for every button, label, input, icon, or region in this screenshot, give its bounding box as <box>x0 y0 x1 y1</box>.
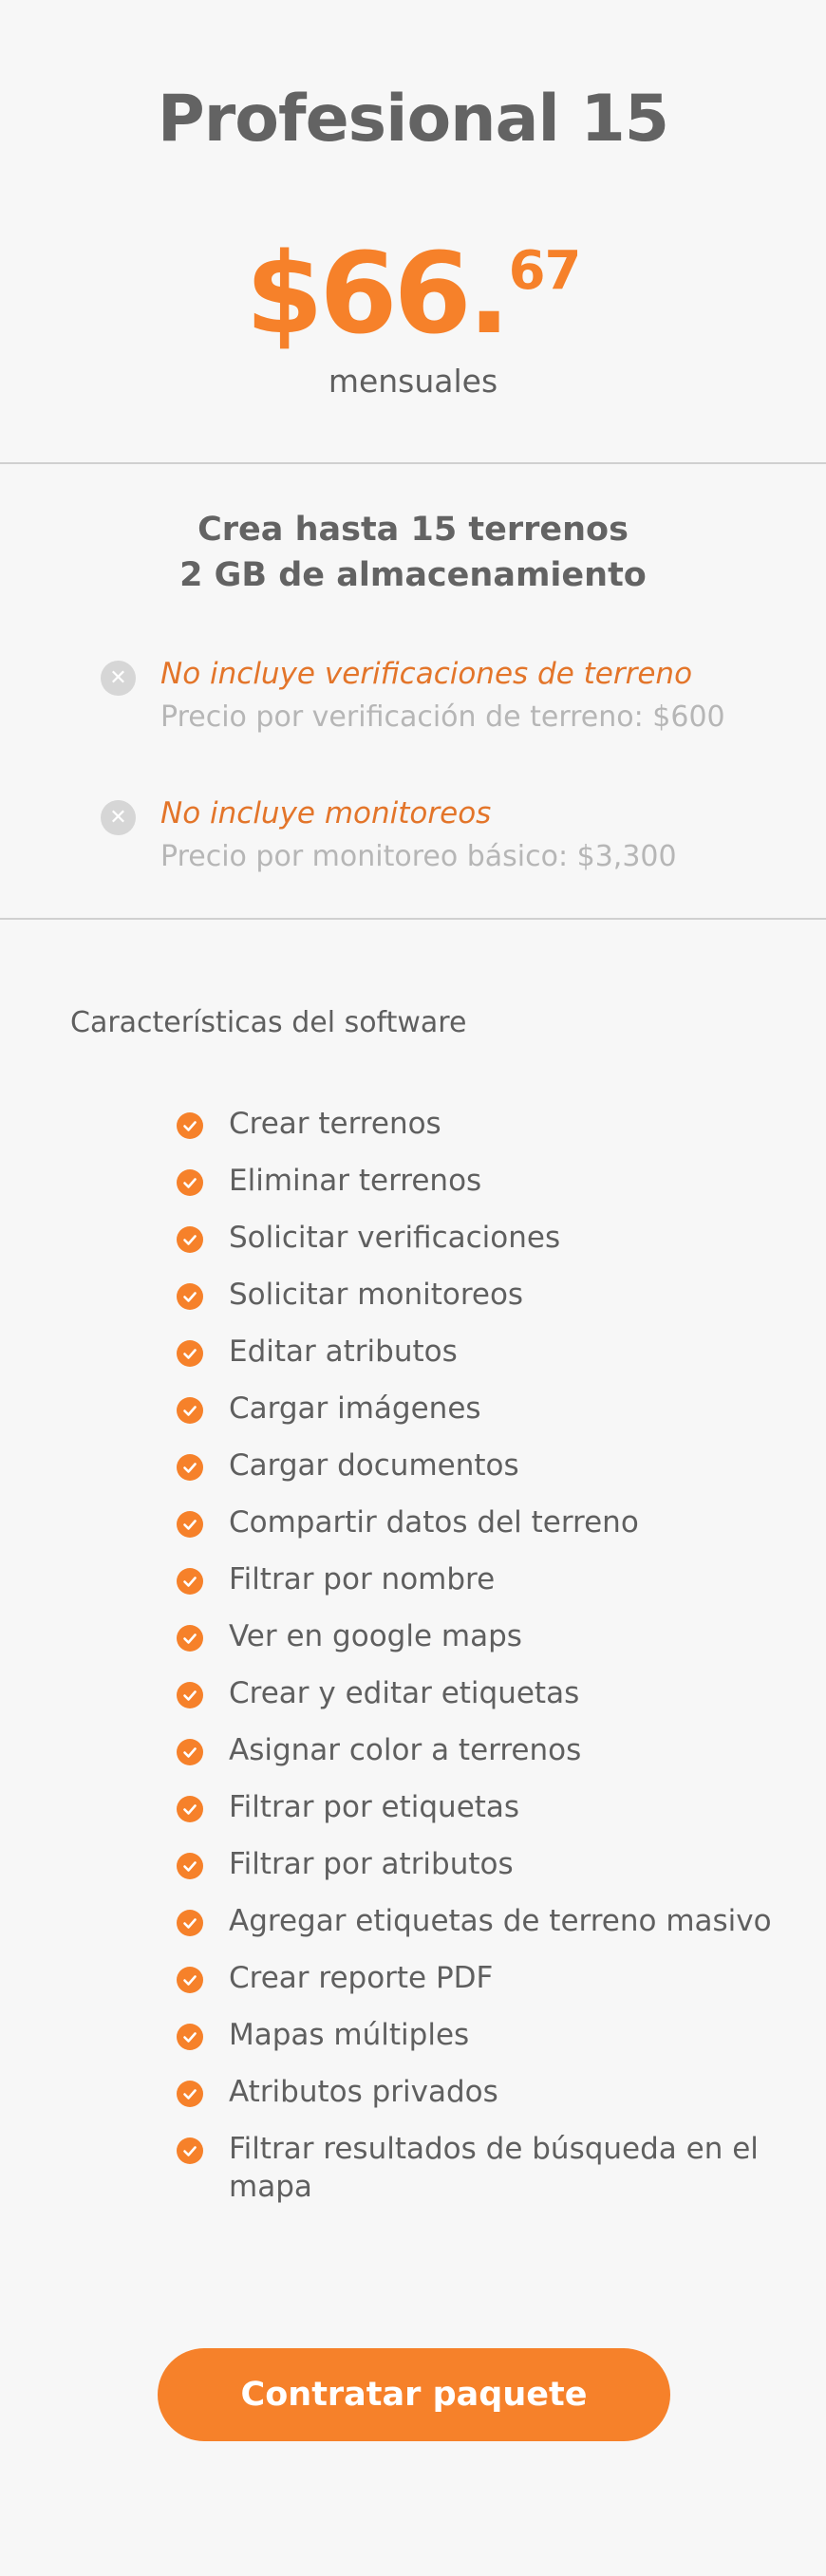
feature-label: Filtrar resultados de búsqueda en el map… <box>229 2132 759 2204</box>
contratar-paquete-button[interactable]: Contratar paquete <box>158 2348 670 2441</box>
feature-list: Crear terrenos Eliminar terrenos Solicitar… <box>177 1105 784 2225</box>
check-circle-icon <box>177 1910 203 1936</box>
check-circle-icon <box>177 1568 203 1595</box>
feature-label: Filtrar por atributos <box>229 1847 514 1881</box>
feature-item: Mapas múltiples <box>177 2016 784 2054</box>
feature-label: Eliminar terrenos <box>229 1164 482 1198</box>
check-circle-icon <box>177 1967 203 1993</box>
feature-label: Crear terrenos <box>229 1107 441 1141</box>
feature-item: Ver en google maps <box>177 1617 784 1655</box>
check-circle-icon <box>177 1169 203 1196</box>
feature-item: Cargar imágenes <box>177 1390 784 1428</box>
check-circle-icon <box>177 2137 203 2164</box>
check-circle-icon <box>177 1226 203 1253</box>
feature-item: Atributos privados <box>177 2073 784 2111</box>
check-circle-icon <box>177 2024 203 2050</box>
feature-item: Crear terrenos <box>177 1105 784 1143</box>
summary-terrenos: Crea hasta 15 terrenos <box>197 511 629 549</box>
feature-label: Ver en google maps <box>229 1619 522 1653</box>
feature-label: Editar atributos <box>229 1335 458 1369</box>
feature-label: Atributos privados <box>229 2075 498 2109</box>
check-circle-icon <box>177 1112 203 1139</box>
check-circle-icon <box>177 1682 203 1708</box>
check-circle-icon <box>177 1397 203 1424</box>
feature-item: Agregar etiquetas de terreno masivo <box>177 1902 784 1940</box>
feature-item: Asignar color a terrenos <box>177 1731 784 1769</box>
exclusion-detail: Precio por monitoreo básico: $3,300 <box>160 840 677 873</box>
check-circle-icon <box>177 1454 203 1481</box>
check-circle-icon <box>177 1340 203 1367</box>
feature-item: Eliminar terrenos <box>177 1162 784 1200</box>
check-circle-icon <box>177 1625 203 1652</box>
check-circle-icon <box>177 1739 203 1765</box>
summary-storage: 2 GB de almacenamiento <box>179 556 647 594</box>
divider <box>0 918 826 920</box>
feature-label: Filtrar por etiquetas <box>229 1790 520 1824</box>
feature-label: Filtrar por nombre <box>229 1562 496 1596</box>
feature-label: Cargar documentos <box>229 1448 519 1483</box>
feature-item: Filtrar resultados de búsqueda en el map… <box>177 2130 784 2206</box>
x-circle-icon: ✕ <box>101 661 136 696</box>
check-circle-icon <box>177 1283 203 1310</box>
feature-label: Solicitar verificaciones <box>229 1221 561 1255</box>
exclusion-detail: Precio por verificación de terreno: $600 <box>160 700 725 734</box>
plan-title: Profesional 15 <box>157 82 669 157</box>
feature-item: Solicitar monitoreos <box>177 1276 784 1314</box>
feature-item: Cargar documentos <box>177 1447 784 1484</box>
feature-item: Editar atributos <box>177 1333 784 1371</box>
feature-item: Crear reporte PDF <box>177 1959 784 1997</box>
feature-label: Solicitar monitoreos <box>229 1278 524 1312</box>
feature-label: Agregar etiquetas de terreno masivo <box>229 1904 772 1938</box>
check-circle-icon <box>177 1796 203 1822</box>
exclusion-title: No incluye verificaciones de terreno <box>160 657 693 691</box>
check-circle-icon <box>177 2081 203 2107</box>
x-circle-icon: ✕ <box>101 800 136 835</box>
feature-label: Crear y editar etiquetas <box>229 1676 580 1710</box>
features-heading: Características del software <box>70 1006 467 1039</box>
feature-label: Cargar imágenes <box>229 1391 481 1426</box>
pricing-card: Profesional 15 $66.67 mensuales Crea has… <box>0 0 826 2576</box>
feature-item: Filtrar por nombre <box>177 1560 784 1598</box>
feature-label: Compartir datos del terreno <box>229 1505 639 1540</box>
price-period: mensuales <box>328 363 498 400</box>
feature-item: Filtrar por atributos <box>177 1845 784 1883</box>
check-circle-icon <box>177 1853 203 1879</box>
feature-label: Asignar color a terrenos <box>229 1733 582 1767</box>
exclusion-title: No incluye monitoreos <box>160 796 492 831</box>
feature-label: Mapas múltiples <box>229 2018 470 2052</box>
plan-price: $66.67 <box>0 237 826 349</box>
feature-item: Solicitar verificaciones <box>177 1219 784 1257</box>
feature-item: Crear y editar etiquetas <box>177 1674 784 1712</box>
price-cents: 67 <box>508 240 582 302</box>
feature-item: Filtrar por etiquetas <box>177 1788 784 1826</box>
feature-label: Crear reporte PDF <box>229 1961 494 1995</box>
feature-item: Compartir datos del terreno <box>177 1503 784 1541</box>
divider <box>0 462 826 464</box>
price-main: $66. <box>245 228 510 359</box>
check-circle-icon <box>177 1511 203 1538</box>
